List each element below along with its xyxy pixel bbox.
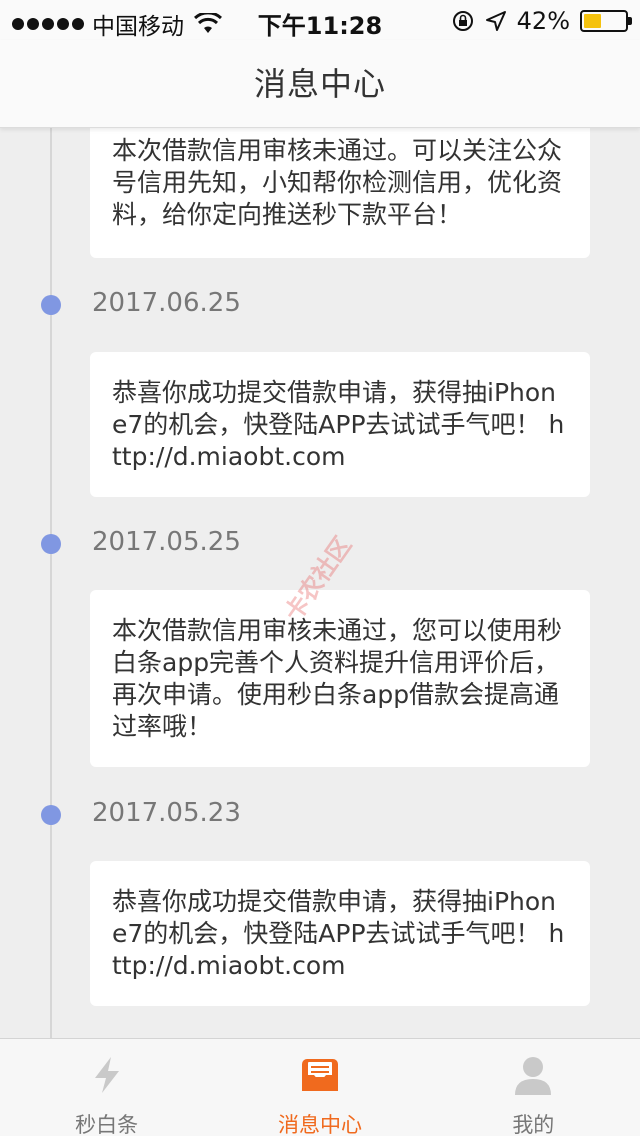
message-text: 本次借款信用审核未通过。可以关注公众号信用先知，小知帮你检测信用，优化资料，给你… bbox=[112, 136, 563, 229]
tab-message-center[interactable]: 消息中心 bbox=[213, 1039, 426, 1136]
message-text: 恭喜你成功提交借款申请，获得抽iPhone7的机会，快登陆APP去试试手气吧！ … bbox=[112, 377, 565, 471]
timeline-dot bbox=[41, 295, 61, 315]
message-date: 2017.05.23 bbox=[92, 798, 241, 828]
nav-bar: 消息中心 bbox=[0, 40, 640, 128]
user-profile-icon bbox=[515, 1057, 552, 1095]
screen: 中国移动 下午11:28 42% 消息中心 本次借款信用审核未通过。可以关注公众… bbox=[0, 0, 640, 1136]
message-card[interactable]: 本次借款信用审核未通过，您可以使用秒白条app完善个人资料提升信用评价后，再次申… bbox=[90, 590, 590, 767]
message-card[interactable]: 本次借款信用审核未通过。可以关注公众号信用先知，小知帮你检测信用，优化资料，给你… bbox=[90, 128, 590, 258]
message-card[interactable]: 恭喜你成功提交借款申请，获得抽iPhone7的机会，快登陆APP去试试手气吧！ … bbox=[90, 352, 590, 497]
battery-icon bbox=[580, 10, 632, 32]
lightning-icon bbox=[94, 1057, 119, 1093]
tab-label: 我的 bbox=[512, 1113, 555, 1136]
message-text: 本次借款信用审核未通过，您可以使用秒白条app完善个人资料提升信用评价后，再次申… bbox=[112, 615, 563, 741]
battery-percent: 42% bbox=[516, 7, 570, 35]
tab-mine[interactable]: 我的 bbox=[427, 1039, 640, 1136]
message-inbox-icon bbox=[301, 1059, 338, 1091]
timeline-dot bbox=[41, 805, 61, 825]
page-title: 消息中心 bbox=[253, 65, 386, 103]
status-bar: 中国移动 下午11:28 42% bbox=[0, 0, 640, 40]
message-date: 2017.06.25 bbox=[92, 288, 241, 318]
message-text: 恭喜你成功提交借款申请，获得抽iPhone7的机会，快登陆APP去试试手气吧！ … bbox=[112, 886, 565, 980]
message-card[interactable]: 恭喜你成功提交借款申请，获得抽iPhone7的机会，快登陆APP去试试手气吧！ … bbox=[90, 861, 590, 1006]
location-arrow-icon bbox=[485, 11, 506, 31]
tab-bar: 秒白条 消息中心 我的 bbox=[0, 1038, 640, 1136]
timeline-dot bbox=[41, 534, 61, 554]
orientation-lock-icon bbox=[452, 11, 473, 31]
timeline-line bbox=[50, 128, 52, 1038]
message-date: 2017.05.25 bbox=[92, 527, 241, 557]
tab-label: 消息中心 bbox=[277, 1113, 362, 1136]
status-bar-right: 42% bbox=[451, 7, 632, 35]
tab-label: 秒白条 bbox=[75, 1113, 139, 1136]
message-list[interactable]: 本次借款信用审核未通过。可以关注公众号信用先知，小知帮你检测信用，优化资料，给你… bbox=[0, 128, 640, 1038]
tab-miaobaitiao[interactable]: 秒白条 bbox=[0, 1039, 213, 1136]
battery-level bbox=[584, 14, 601, 28]
